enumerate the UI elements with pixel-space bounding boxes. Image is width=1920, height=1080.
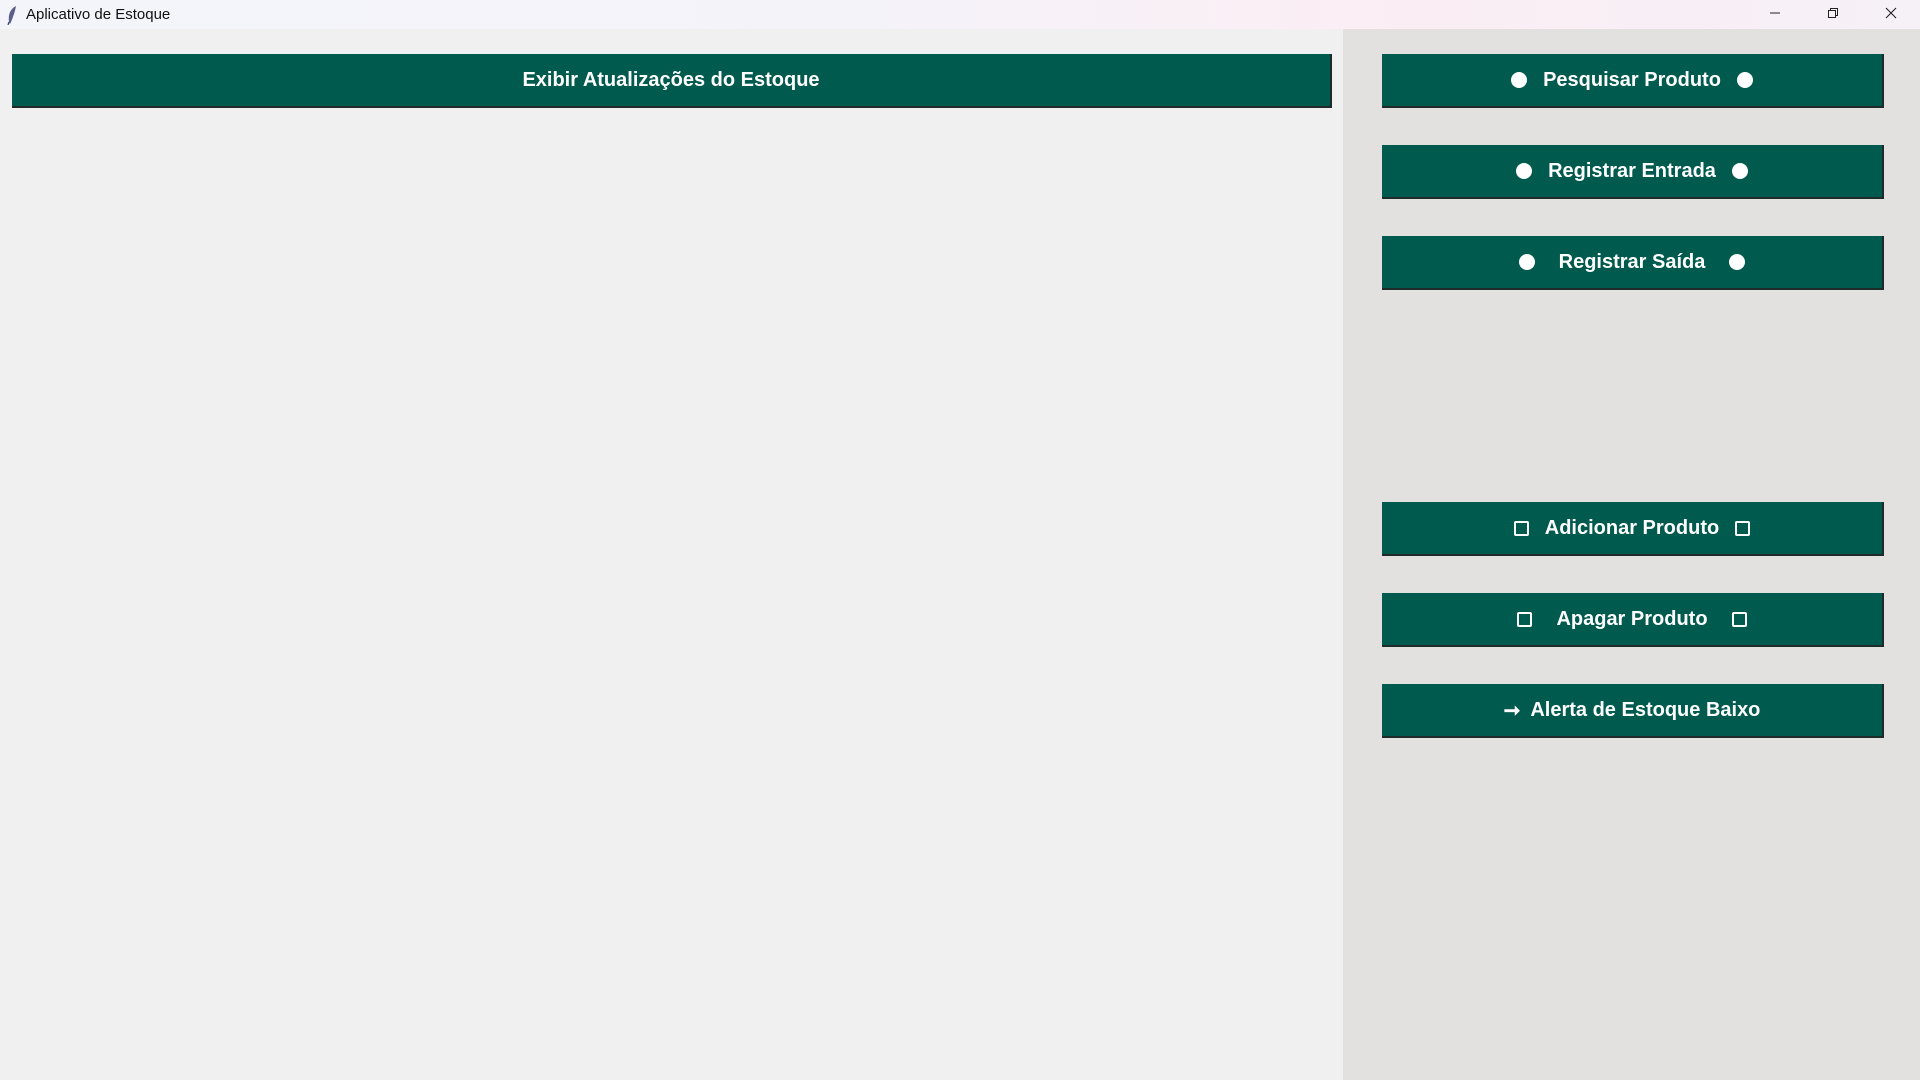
- app-window: Aplicativo de Estoque Exibir Atualizaçõe…: [0, 0, 1920, 1080]
- register-exit-button[interactable]: Registrar Saída: [1382, 236, 1884, 290]
- actions-sidebar: Pesquisar Produto Registrar Entrada Regi…: [1343, 29, 1920, 1080]
- show-stock-updates-button[interactable]: Exibir Atualizações do Estoque: [12, 54, 1332, 108]
- dot-icon: [1729, 254, 1746, 270]
- window-title: Aplicativo de Estoque: [26, 6, 171, 23]
- updates-panel: Exibir Atualizações do Estoque: [0, 29, 1343, 1080]
- add-product-button[interactable]: Adicionar Produto: [1382, 502, 1884, 556]
- minimize-icon: [1769, 6, 1781, 24]
- delete-product-button[interactable]: Apagar Produto: [1382, 593, 1884, 647]
- square-icon: [1517, 611, 1533, 627]
- low-stock-alert-label: Alerta de Estoque Baixo: [1530, 698, 1761, 721]
- minimize-button[interactable]: [1746, 0, 1804, 29]
- dot-icon: [1511, 72, 1528, 88]
- square-icon: [1735, 520, 1751, 536]
- title-bar: Aplicativo de Estoque: [0, 0, 1920, 29]
- dot-icon: [1518, 254, 1535, 270]
- register-entry-button[interactable]: Registrar Entrada: [1382, 145, 1884, 199]
- dot-icon: [1516, 163, 1533, 179]
- window-controls: [1746, 0, 1920, 29]
- feather-icon: [6, 5, 18, 25]
- dot-icon: [1736, 72, 1753, 88]
- close-icon: [1885, 6, 1897, 24]
- arrow-right-icon: ➞: [1503, 699, 1521, 722]
- square-icon: [1513, 520, 1529, 536]
- delete-product-label: Apagar Produto: [1556, 607, 1708, 630]
- low-stock-alert-button[interactable]: ➞ Alerta de Estoque Baixo: [1382, 684, 1884, 738]
- search-product-button[interactable]: Pesquisar Produto: [1382, 54, 1884, 108]
- show-stock-updates-label: Exibir Atualizações do Estoque: [522, 68, 820, 91]
- close-button[interactable]: [1862, 0, 1920, 29]
- square-icon: [1731, 611, 1747, 627]
- dot-icon: [1731, 163, 1748, 179]
- restore-button[interactable]: [1804, 0, 1862, 29]
- register-exit-label: Registrar Saída: [1558, 250, 1706, 273]
- restore-icon: [1827, 6, 1839, 24]
- register-entry-label: Registrar Entrada: [1548, 159, 1716, 182]
- add-product-label: Adicionar Produto: [1544, 516, 1720, 539]
- search-product-label: Pesquisar Produto: [1543, 68, 1721, 91]
